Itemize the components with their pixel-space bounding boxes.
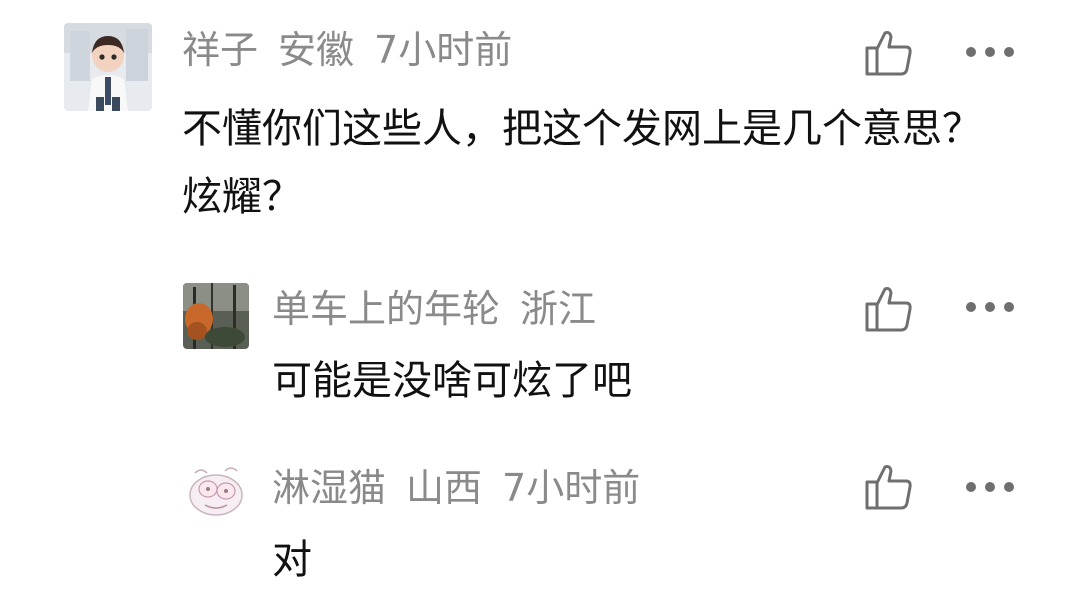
comment-text: 不懂你们这些人，把这个发网上是几个意思？炫耀？ [182,106,982,220]
more-dots-icon[interactable] [960,459,1020,515]
reply-text: 对 [272,537,312,583]
timestamp: 7小时前 [502,466,641,510]
username[interactable]: 淋湿猫 [272,466,386,510]
reply-text: 可能是没啥可炫了吧 [272,358,632,404]
location: 山西 [406,466,483,510]
more-dots-icon[interactable] [960,24,1020,80]
more-dots-icon[interactable] [960,279,1020,335]
reply-meta: 淋湿猫 山西 7小时前 [272,465,640,511]
thumbs-up-icon[interactable] [859,459,919,515]
cartoon-doctor-avatar-icon[interactable] [64,23,152,111]
location: 安徽 [278,28,355,72]
thumbs-up-icon[interactable] [859,281,919,337]
cartoon-sticker-avatar-icon[interactable] [183,459,249,525]
thumbs-up-icon[interactable] [859,25,919,81]
location: 浙江 [520,287,597,331]
username[interactable]: 祥子 [182,28,258,72]
reply-meta: 单车上的年轮 浙江 [272,286,596,332]
username[interactable]: 单车上的年轮 [272,287,500,331]
timestamp: 7小时前 [374,28,513,72]
forest-photo-avatar-icon[interactable] [183,283,249,349]
comment-meta: 祥子 安徽 7小时前 [182,27,512,73]
